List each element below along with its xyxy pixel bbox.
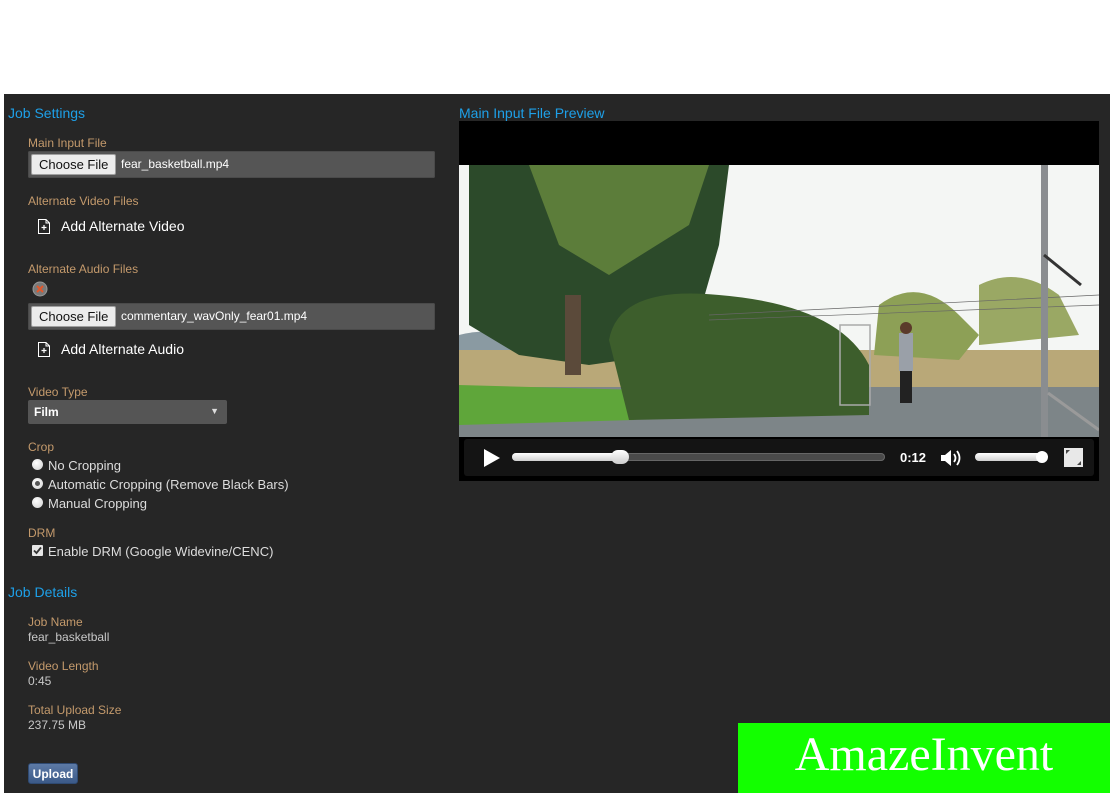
video-length-value: 0:45 [28,674,52,688]
volume-slider[interactable] [975,451,1048,463]
upload-size-value: 237.75 MB [28,718,87,732]
add-file-icon [38,218,50,234]
crop-option-manual[interactable]: Manual Cropping [32,496,147,511]
play-icon[interactable] [484,449,500,467]
chevron-down-icon: ▼ [210,406,219,416]
drm-checkbox-row[interactable]: Enable DRM (Google Widevine/CENC) [32,544,273,559]
upload-size-label: Total Upload Size [28,703,122,717]
alt-audio-choose-file-button[interactable]: Choose File [31,306,117,327]
alt-audio-file-name: commentary_wavOnly_fear01.mp4 [121,309,308,323]
radio-button-selected[interactable] [32,477,43,489]
main-input-file-name: fear_basketball.mp4 [121,157,230,171]
remove-audio-icon[interactable] [32,281,48,297]
radio-button[interactable] [32,458,43,470]
alt-video-label: Alternate Video Files [28,194,139,208]
main-input-file-field[interactable]: Choose File fear_basketball.mp4 [28,151,435,178]
crop-label: Crop [28,440,55,454]
main-input-choose-file-button[interactable]: Choose File [31,154,117,175]
crop-option-label: No Cropping [48,458,121,473]
volume-slider-thumb[interactable] [1035,451,1048,463]
checkmark-icon [33,546,42,554]
job-name-value: fear_basketball [28,630,110,644]
preview-title: Main Input File Preview [459,105,605,121]
volume-slider-fill [975,453,1042,461]
current-time: 0:12 [900,450,927,465]
job-settings-title: Job Settings [8,105,86,121]
brand-watermark: AmazeInvent [738,723,1110,793]
alt-audio-label: Alternate Audio Files [28,262,139,276]
main-panel: Job Settings Main Input File Choose File… [4,94,1110,793]
job-details-title: Job Details [8,584,78,600]
main-input-label: Main Input File [28,136,107,150]
video-type-select[interactable]: Film ▼ [28,400,227,424]
crop-option-label: Automatic Cropping (Remove Black Bars) [48,477,289,492]
drm-checkbox-label: Enable DRM (Google Widevine/CENC) [48,544,274,559]
video-controls: 0:12 [464,439,1094,476]
drm-checkbox[interactable] [32,544,43,556]
video-type-selected: Film [34,405,59,419]
radio-button[interactable] [32,496,43,508]
volume-icon[interactable] [940,448,964,468]
video-frame [459,165,1099,437]
seek-bar[interactable] [512,450,885,464]
add-alternate-video-label: Add Alternate Video [61,218,185,234]
upload-button[interactable]: Upload [28,763,78,784]
fullscreen-icon[interactable] [1064,448,1083,467]
crop-option-automatic[interactable]: Automatic Cropping (Remove Black Bars) [32,477,289,492]
seek-bar-fill [512,453,621,461]
add-alternate-video-link[interactable]: Add Alternate Video [38,218,185,234]
video-length-label: Video Length [28,659,99,673]
video-player[interactable] [459,121,1099,481]
crop-option-label: Manual Cropping [48,496,148,511]
video-type-label: Video Type [28,385,88,399]
add-alternate-audio-link[interactable]: Add Alternate Audio [38,341,184,357]
job-name-label: Job Name [28,615,83,629]
add-file-icon [38,341,50,357]
drm-label: DRM [28,526,56,540]
crop-option-no-cropping[interactable]: No Cropping [32,458,121,473]
alt-audio-file-field[interactable]: Choose File commentary_wavOnly_fear01.mp… [28,303,435,330]
add-alternate-audio-label: Add Alternate Audio [61,341,184,357]
seek-bar-thumb[interactable] [611,450,630,464]
